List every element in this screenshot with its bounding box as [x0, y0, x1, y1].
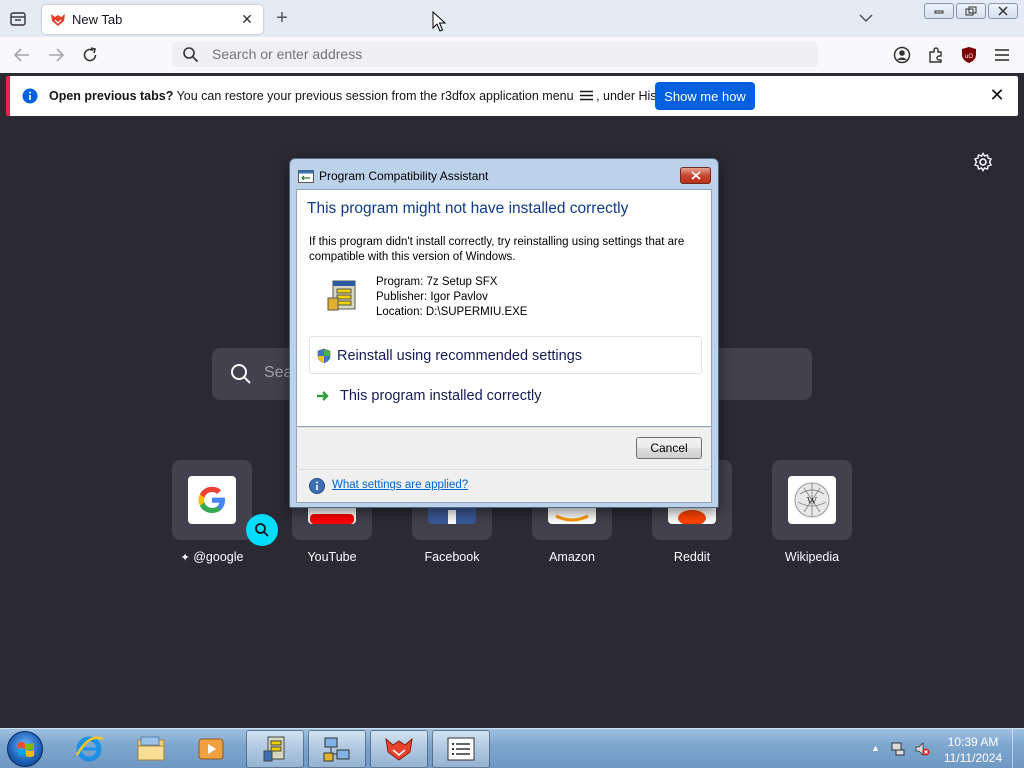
show-desktop-button[interactable] — [1012, 729, 1024, 768]
window-app-icon — [298, 170, 314, 183]
address-bar[interactable] — [172, 42, 818, 67]
network-tray-icon[interactable] — [890, 741, 906, 757]
internet-explorer-icon[interactable] — [60, 730, 118, 768]
tab-strip: New Tab ✕ + — [0, 0, 1024, 37]
gear-icon[interactable] — [973, 152, 993, 172]
dialog-title: Program Compatibility Assistant — [319, 169, 489, 183]
hamburger-menu-icon[interactable] — [992, 45, 1012, 65]
search-icon — [230, 363, 252, 385]
info-icon — [22, 88, 38, 104]
site-label: Facebook — [424, 550, 480, 564]
r3dfox-icon — [50, 12, 66, 28]
notification-bold-text: Open previous tabs? — [49, 89, 174, 103]
site-label: YouTube — [307, 550, 357, 564]
dialog-close-button[interactable] — [680, 167, 711, 184]
dialog-help-area: What settings are applied? — [296, 469, 712, 503]
program-location: Location: D:\SUPERMIU.EXE — [376, 306, 528, 318]
window-controls — [924, 3, 1018, 19]
media-player-icon[interactable] — [182, 730, 240, 768]
info-icon — [309, 478, 325, 494]
svg-text:W: W — [807, 495, 818, 507]
mouse-cursor-icon — [432, 10, 447, 33]
site-tile[interactable] — [172, 460, 278, 546]
dialog-description: If this program didn't install correctly… — [309, 236, 685, 263]
session-restore-notification: Open previous tabs? You can restore your… — [6, 76, 1018, 116]
shield-icon — [316, 348, 332, 364]
taskbar-installer-icon[interactable] — [246, 730, 304, 768]
taskbar-network-setup-icon[interactable] — [308, 730, 366, 768]
navigation-toolbar: uO — [0, 37, 1024, 73]
url-input[interactable] — [212, 46, 792, 62]
site-label-text: @google — [193, 550, 244, 564]
file-explorer-icon[interactable] — [122, 730, 180, 768]
notification-message: Open previous tabs? You can restore your… — [49, 89, 680, 104]
settings-help-link[interactable]: What settings are applied? — [332, 479, 468, 491]
dialog-heading: This program might not have installed co… — [307, 200, 629, 217]
program-publisher: Publisher: Igor Pavlov — [376, 291, 488, 303]
site-label: Wikipedia — [784, 550, 840, 564]
dialog-titlebar[interactable]: Program Compatibility Assistant — [290, 159, 718, 189]
program-info: Program: 7z Setup SFX Publisher: Igor Pa… — [376, 275, 527, 320]
wikipedia-icon: W — [788, 476, 836, 524]
taskbar-r3dfox-icon[interactable] — [370, 730, 428, 768]
ublock-origin-icon[interactable]: uO — [959, 45, 979, 65]
pin-icon: ✦ — [180, 552, 190, 564]
dialog-body: This program might not have installed co… — [296, 189, 712, 427]
cancel-button[interactable]: Cancel — [636, 437, 702, 459]
installed-correctly-option-label: This program installed correctly — [340, 388, 542, 404]
volume-muted-icon[interactable] — [914, 741, 930, 757]
menu-icon — [580, 90, 594, 104]
show-me-how-button[interactable]: Show me how — [655, 82, 755, 110]
dialog-button-area: Cancel — [296, 427, 712, 469]
extensions-icon[interactable] — [926, 45, 946, 65]
close-window-button[interactable] — [988, 3, 1018, 19]
close-tab-icon[interactable]: ✕ — [239, 11, 255, 27]
installed-correctly-option[interactable]: This program installed correctly — [309, 377, 702, 415]
reinstall-option-label: Reinstall using recommended settings — [337, 348, 583, 364]
green-arrow-icon — [315, 388, 331, 404]
site-label: Amazon — [549, 550, 595, 564]
clock-date: 11/11/2024 — [943, 751, 1003, 765]
program-name: Program: 7z Setup SFX — [376, 276, 498, 288]
compatibility-dialog: Program Compatibility Assistant This pro… — [289, 158, 719, 508]
tab-title: New Tab — [72, 12, 123, 27]
search-shortcut-icon — [246, 514, 278, 546]
restore-button[interactable] — [956, 3, 986, 19]
taskbar-notepad-icon[interactable] — [432, 730, 490, 768]
back-arrow-icon[interactable] — [12, 45, 32, 65]
reload-icon[interactable] — [80, 45, 100, 65]
reinstall-option[interactable]: Reinstall using recommended settings — [309, 336, 702, 374]
new-tab-button[interactable]: + — [272, 8, 292, 28]
chevron-down-icon[interactable] — [858, 10, 876, 26]
notification-text: You can restore your previous session fr… — [176, 89, 574, 103]
search-icon — [182, 46, 199, 63]
system-clock[interactable]: 10:39 AM 11/11/2024 — [940, 734, 1006, 766]
taskbar: ▲ 10:39 AM 11/11/2024 — [0, 728, 1024, 768]
svg-text:uO: uO — [965, 54, 973, 60]
show-hidden-icons-icon[interactable]: ▲ — [871, 743, 880, 753]
account-icon[interactable] — [892, 45, 912, 65]
forward-arrow-icon[interactable] — [46, 45, 66, 65]
close-icon[interactable]: ✕ — [988, 85, 1006, 105]
site-tile[interactable]: W — [772, 460, 852, 540]
google-icon — [188, 476, 236, 524]
clock-time: 10:39 AM — [947, 735, 999, 749]
site-label: ✦ @google — [152, 550, 272, 564]
minimize-button[interactable] — [924, 3, 954, 19]
site-label: Reddit — [673, 550, 711, 564]
tab-new-tab[interactable]: New Tab ✕ — [42, 5, 263, 34]
installer-icon — [327, 278, 361, 312]
windows-start-button[interactable] — [7, 731, 43, 767]
tab-list-icon[interactable] — [8, 9, 28, 29]
